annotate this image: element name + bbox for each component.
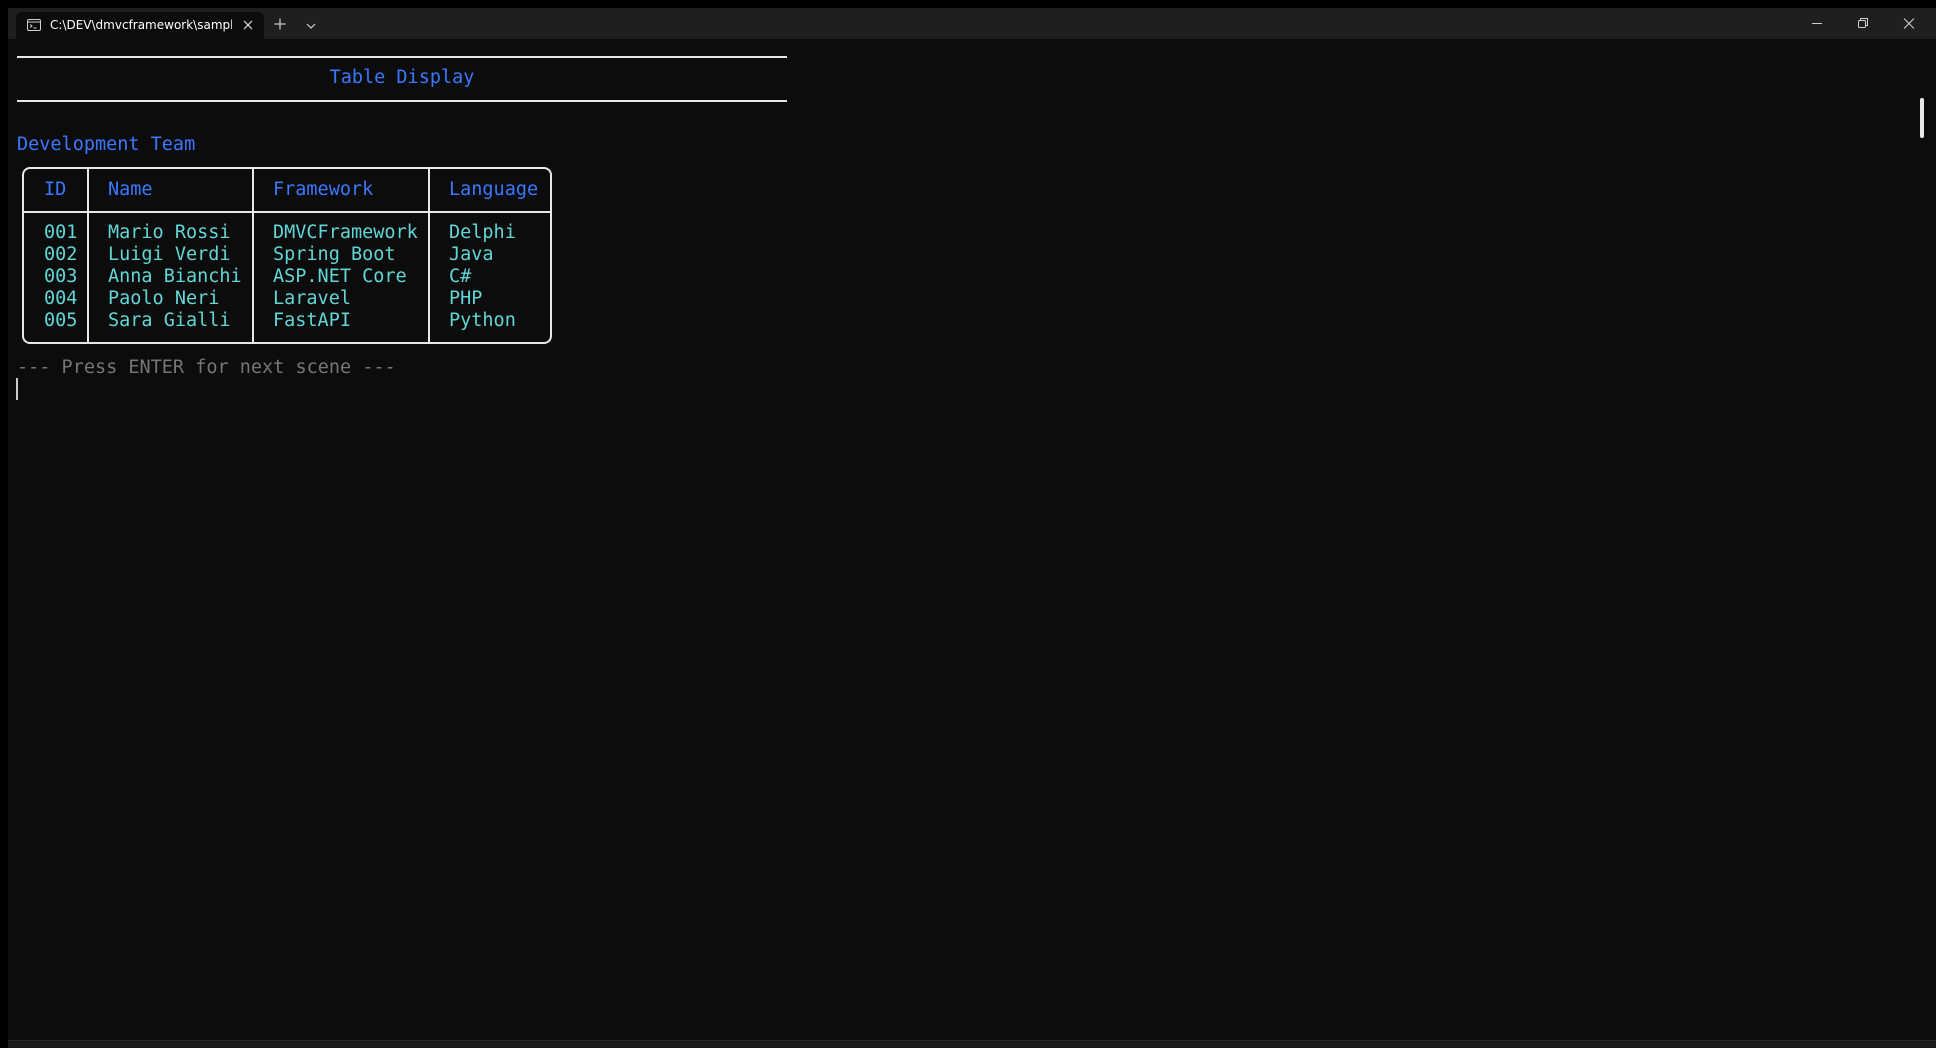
table-cell-id: 004 — [44, 288, 78, 309]
minimize-button[interactable] — [1794, 8, 1840, 39]
table-cell-name: Mario Rossi — [108, 222, 231, 243]
table-cell-id: 005 — [44, 310, 78, 331]
column-header-framework: Framework — [273, 179, 374, 200]
terminal-window: C:\DEV\dmvcframework\samples Table Displ… — [0, 0, 1936, 1048]
team-table: ID Name Framework Language 001 Mario Ros… — [22, 167, 552, 344]
table-cell-framework: ASP.NET Core — [273, 266, 407, 287]
table-cell-id: 001 — [44, 222, 78, 243]
table-cell-framework: DMVCFramework — [273, 222, 418, 243]
table-cell-language: Python — [449, 310, 516, 331]
new-tab-button[interactable] — [266, 12, 294, 36]
column-separator — [252, 169, 254, 342]
window-top-edge — [0, 0, 1936, 8]
continue-prompt: --- Press ENTER for next scene --- — [17, 357, 396, 378]
table-cell-language: Java — [449, 244, 494, 265]
header-rule-top — [17, 56, 787, 58]
column-header-id: ID — [44, 179, 67, 200]
scene-title: Table Display — [329, 67, 475, 88]
column-separator — [87, 169, 89, 342]
table-cell-name: Anna Bianchi — [108, 266, 242, 287]
section-title: Development Team — [17, 134, 196, 155]
tab-title: C:\DEV\dmvcframework\samples — [50, 18, 232, 32]
close-tab-button[interactable] — [238, 15, 258, 35]
restore-icon — [1858, 18, 1868, 28]
close-window-button[interactable] — [1886, 8, 1932, 39]
tab-dropdown-button[interactable] — [298, 12, 324, 36]
table-cell-name: Paolo Neri — [108, 288, 220, 309]
table-cell-language: PHP — [449, 288, 483, 309]
header-rule-bottom — [17, 100, 787, 102]
text-cursor — [16, 378, 18, 400]
close-icon — [243, 20, 253, 30]
table-cell-id: 003 — [44, 266, 78, 287]
table-cell-language: Delphi — [449, 222, 516, 243]
chevron-down-icon — [306, 23, 316, 29]
table-cell-framework: FastAPI — [273, 310, 351, 331]
table-cell-framework: Spring Boot — [273, 244, 396, 265]
terminal-content[interactable]: Table Display Development Team ID Name F… — [8, 39, 1920, 1040]
restore-button[interactable] — [1840, 8, 1886, 39]
terminal-tab[interactable]: C:\DEV\dmvcframework\samples — [16, 12, 264, 39]
terminal-icon — [27, 19, 41, 31]
table-cell-name: Luigi Verdi — [108, 244, 231, 265]
column-header-name: Name — [108, 179, 153, 200]
minimize-icon — [1812, 23, 1822, 24]
column-header-language: Language — [449, 179, 539, 200]
window-left-edge — [0, 8, 8, 1048]
table-cell-id: 002 — [44, 244, 78, 265]
header-separator — [24, 211, 550, 213]
close-icon — [1903, 18, 1915, 29]
scrollbar-thumb[interactable] — [1920, 98, 1924, 138]
table-cell-framework: Laravel — [273, 288, 351, 309]
table-cell-language: C# — [449, 266, 472, 287]
title-bar[interactable]: C:\DEV\dmvcframework\samples — [8, 8, 1936, 39]
table-cell-name: Sara Gialli — [108, 310, 231, 331]
plus-icon — [274, 18, 286, 30]
column-separator — [428, 169, 430, 342]
window-bottom-edge — [8, 1040, 1936, 1048]
